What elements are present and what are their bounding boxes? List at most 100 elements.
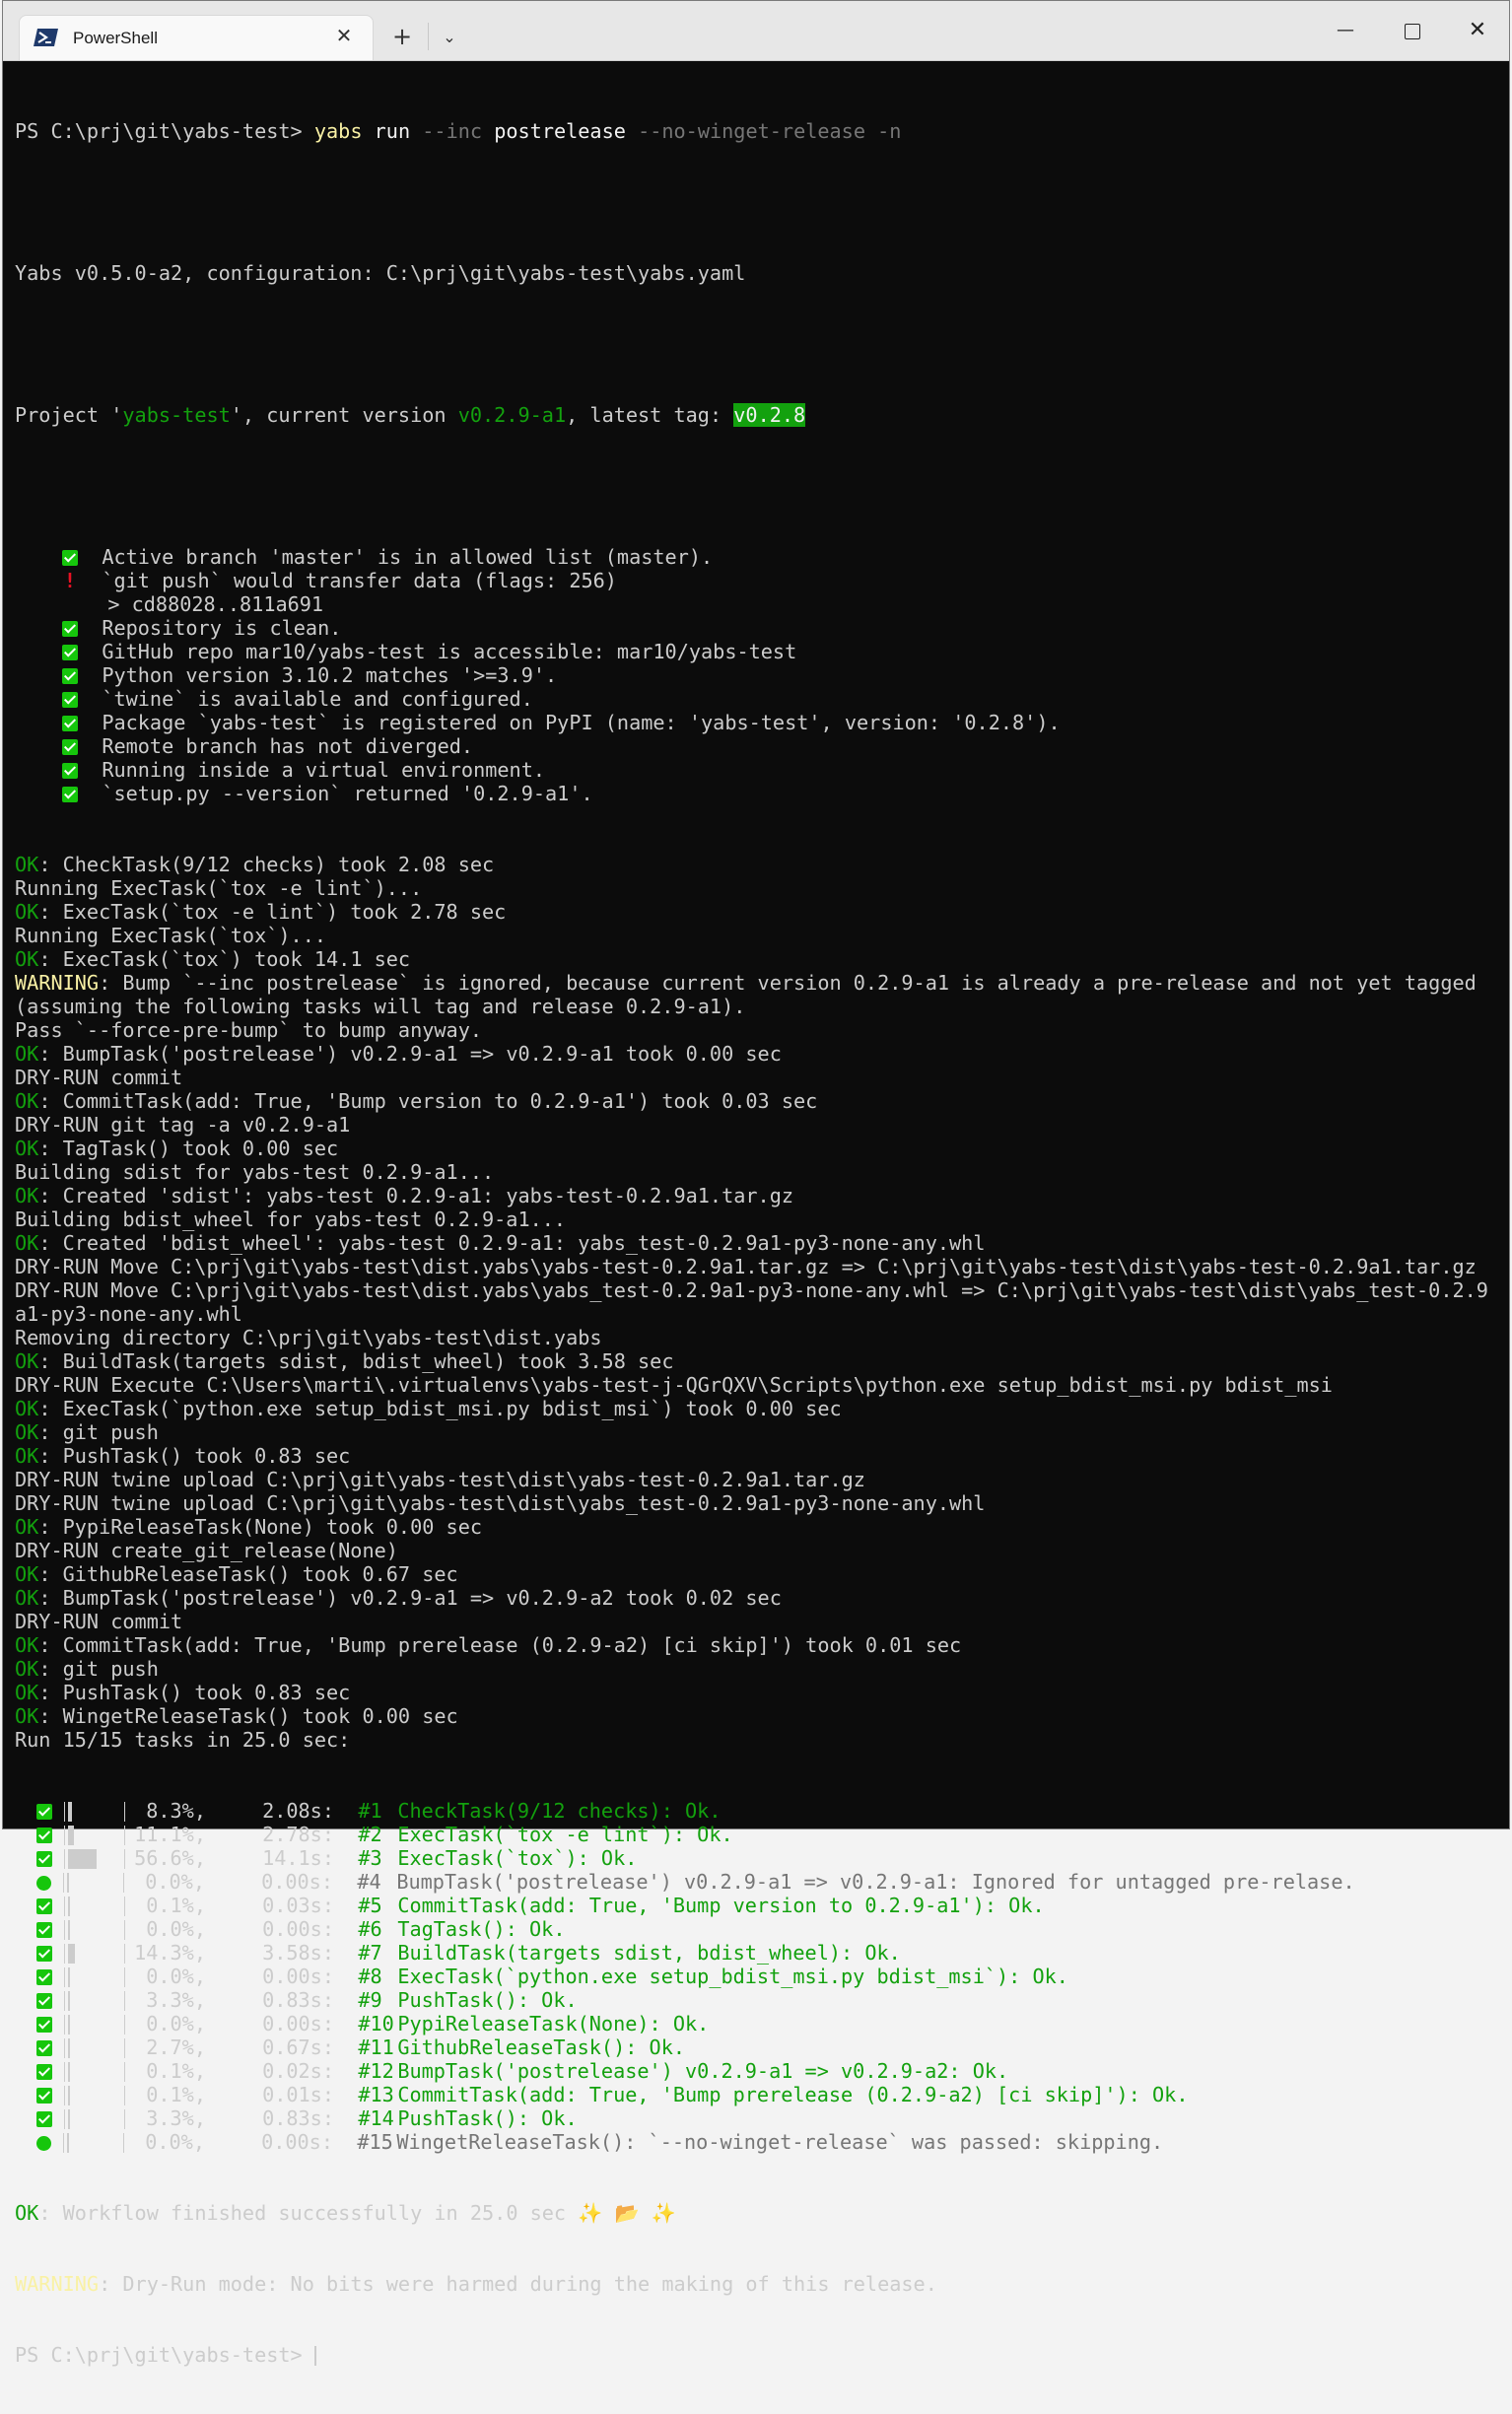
text-cursor — [313, 2346, 316, 2366]
check-icon — [36, 1898, 52, 1914]
log-line: OK: ExecTask(`tox -e lint`) took 2.78 se… — [15, 900, 507, 924]
final-ok-text: Workflow finished successfully in 25.0 s… — [62, 2201, 567, 2225]
check-text: Remote branch has not diverged. — [102, 734, 474, 758]
log-line: OK: PypiReleaseTask(None) took 0.00 sec — [15, 1515, 483, 1539]
terminal-output[interactable]: PS C:\prj\git\yabs-test> yabs run --inc … — [15, 72, 1488, 2414]
text: , latest tag: — [566, 403, 734, 427]
ok-label: OK — [15, 900, 39, 924]
log-line: OK: WingetReleaseTask() took 0.00 sec — [15, 1704, 458, 1728]
bar-edge — [63, 2133, 64, 2153]
bar-edge — [64, 1826, 65, 1845]
prompt: PS C:\prj\git\yabs-test> — [15, 2343, 303, 2367]
check-icon — [36, 1922, 52, 1938]
divider — [428, 23, 429, 50]
latest-tag: v0.2.8 — [733, 403, 806, 427]
log-line: OK: PushTask() took 0.83 sec — [15, 1444, 351, 1468]
maximize-button[interactable] — [1391, 13, 1434, 48]
bar-edge — [124, 1826, 125, 1845]
log-text: PypiReleaseTask(None) took 0.00 sec — [62, 1515, 483, 1539]
task-number: #15 — [357, 2130, 393, 2154]
check-item: Active branch 'master' is in allowed lis… — [15, 545, 1488, 569]
task-number: #14 — [358, 2106, 394, 2130]
title-bar: PowerShell ✕ + ⌄ — ✕ — [3, 1, 1509, 61]
summary-row: 0.0%, 0.00s: #6 TagTask(): Ok. — [15, 1917, 1488, 1941]
text: ', current version — [230, 403, 458, 427]
bar-edge — [124, 2038, 125, 2058]
new-tab-button[interactable]: + — [387, 23, 417, 52]
task-result: WingetReleaseTask(): `--no-winget-releas… — [396, 2130, 1164, 2154]
bar-edge — [124, 1849, 125, 1869]
task-result: BumpTask('postrelease') v0.2.9-a1 => v0.… — [397, 2059, 1009, 2083]
minimize-button[interactable]: — — [1324, 13, 1367, 48]
log-lines: OK: CheckTask(9/12 checks) took 2.08 sec… — [15, 853, 1488, 1752]
check-item: `setup.py --version` returned '0.2.9-a1'… — [15, 782, 1488, 805]
check-icon — [36, 2040, 52, 2056]
summary-row: 11.1%, 2.78s: #2 ExecTask(`tox -e lint`): … — [15, 1823, 1488, 1846]
text: Project ' — [15, 403, 123, 427]
command-option: --no-winget-release -n — [638, 119, 902, 143]
log-text: ExecTask(`tox`) took 14.1 sec — [62, 947, 411, 971]
bar-fill — [68, 1920, 70, 1940]
percent: 0.0%, — [145, 1870, 205, 1894]
ok-label: OK — [15, 1515, 39, 1539]
duration: 2.78s: — [262, 1823, 334, 1846]
task-number: #7 — [358, 1941, 382, 1965]
log-text: ExecTask(`python.exe setup_bdist_msi.py … — [62, 1397, 842, 1420]
bar-edge — [64, 2038, 65, 2058]
bar-edge — [124, 1944, 125, 1964]
task-number: #3 — [358, 1846, 382, 1870]
project-line: Project 'yabs-test', current version v0.… — [15, 403, 1488, 427]
log-line: DRY-RUN twine upload C:\prj\git\yabs-tes… — [15, 1468, 1488, 1491]
summary-row: 56.6%, 14.1s: #3 ExecTask(`tox`): Ok. — [15, 1846, 1488, 1870]
check-icon — [62, 692, 78, 708]
log-text: git push — [62, 1657, 159, 1681]
check-text: `setup.py --version` returned '0.2.9-a1'… — [102, 782, 593, 805]
log-line: Running ExecTask(`tox`)... — [15, 924, 1488, 947]
progress-bar — [64, 1920, 125, 1940]
close-window-button[interactable]: ✕ — [1456, 13, 1499, 48]
bar-edge — [64, 1802, 65, 1822]
log-text: DRY-RUN Move C:\prj\git\yabs-test\dist.y… — [15, 1255, 1477, 1278]
summary-row: 0.0%, 0.00s: #8 ExecTask(`python.exe setup… — [15, 1965, 1488, 1988]
summary-row: 0.1%, 0.01s: #13 CommitTask(add: True, 'Bu… — [15, 2083, 1488, 2106]
task-number: #6 — [358, 1917, 382, 1941]
log-text: DRY-RUN Execute C:\Users\marti\.virtuale… — [15, 1373, 1333, 1397]
check-icon — [62, 763, 78, 779]
progress-bar — [64, 2086, 125, 2105]
check-item: Running inside a virtual environment. — [15, 758, 1488, 782]
log-text: Created 'sdist': yabs-test 0.2.9-a1: yab… — [62, 1184, 794, 1207]
percent: 14.3%, — [134, 1941, 206, 1965]
task-number: #11 — [358, 2035, 394, 2059]
log-text: Removing directory C:\prj\git\yabs-test\… — [15, 1326, 602, 1349]
check-item: > cd88028..811a691 — [15, 592, 1488, 616]
command-arg: run — [374, 119, 411, 143]
bar-edge — [124, 2086, 125, 2105]
log-text: BuildTask(targets sdist, bdist_wheel) to… — [62, 1349, 674, 1373]
maximize-icon — [1405, 23, 1420, 39]
log-text: Bump `--inc postrelease` is ignored, bec… — [122, 971, 1477, 995]
bar-fill — [67, 2133, 69, 2153]
check-icon — [36, 2064, 52, 2080]
close-tab-icon[interactable]: ✕ — [333, 25, 355, 46]
ok-label: OK — [15, 1397, 39, 1420]
status-dot-icon — [36, 2136, 51, 2151]
final-warning-line: WARNING: Dry-Run mode: No bits were harm… — [15, 2272, 937, 2296]
terminal-window: PowerShell ✕ + ⌄ — ✕ PS C:\prj\git\yabs-… — [2, 0, 1510, 2367]
tab-powershell[interactable]: PowerShell ✕ — [19, 15, 374, 60]
progress-bar — [64, 1967, 125, 1987]
log-line: DRY-RUN commit — [15, 1066, 1488, 1089]
check-icon — [36, 2017, 52, 2033]
ok-label: OK — [15, 1184, 39, 1207]
log-text: ExecTask(`tox -e lint`) took 2.78 sec — [62, 900, 507, 924]
log-line: OK: BumpTask('postrelease') v0.2.9-a1 =>… — [15, 1042, 782, 1066]
summary-row: 0.1%, 0.03s: #5 CommitTask(add: True, 'Bum… — [15, 1894, 1488, 1917]
final-prompt-line[interactable]: PS C:\prj\git\yabs-test> — [15, 2343, 1488, 2367]
check-icon — [62, 621, 78, 637]
bar-fill — [68, 1826, 74, 1845]
log-line: (assuming the following tasks will tag a… — [15, 995, 1488, 1018]
percent: 56.6%, — [134, 1846, 206, 1870]
chevron-down-icon[interactable]: ⌄ — [435, 23, 464, 52]
ok-label: OK — [15, 1420, 39, 1444]
log-line: OK: Created 'bdist_wheel': yabs-test 0.2… — [15, 1231, 986, 1255]
